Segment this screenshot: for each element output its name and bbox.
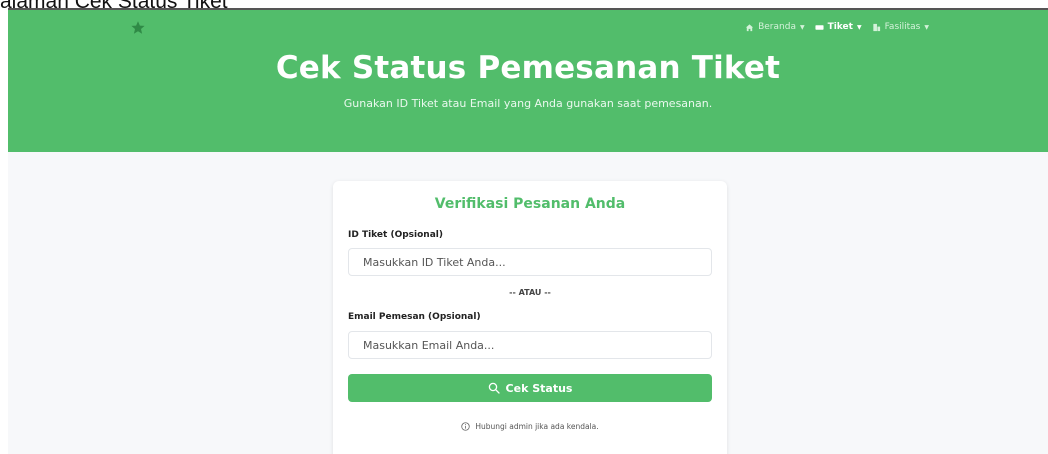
email-input[interactable] (348, 331, 712, 359)
or-separator: -- ATAU -- (509, 288, 551, 297)
ticket-id-label: ID Tiket (Opsional) (348, 230, 443, 240)
ticket-id-input[interactable] (348, 248, 712, 276)
nav-item-label: Fasilitas (884, 22, 921, 32)
hero-banner: Beranda ▼ Tiket ▼ Fasilitas ▼ Cek Status… (8, 10, 1048, 152)
home-icon (745, 23, 754, 31)
check-status-button[interactable]: Cek Status (348, 374, 712, 402)
info-circle-icon (461, 422, 471, 431)
chevron-down-icon: ▼ (856, 23, 862, 31)
nav-item-label: Tiket (827, 22, 853, 32)
building-icon (872, 23, 880, 31)
check-status-label: Cek Status (505, 381, 573, 395)
nav-item-tiket[interactable]: Tiket ▼ (815, 22, 862, 32)
help-text: Hubungi admin jika ada kendala. (475, 422, 599, 431)
nav-item-label: Beranda (758, 22, 796, 32)
card-title: Verifikasi Pesanan Anda (434, 196, 626, 212)
brand-logo-icon[interactable] (130, 20, 146, 36)
search-icon (488, 382, 500, 394)
nav-item-fasilitas[interactable]: Fasilitas ▼ (872, 22, 929, 32)
help-note: Hubungi admin jika ada kendala. (333, 422, 727, 431)
verification-card: Verifikasi Pesanan Anda ID Tiket (Opsion… (333, 181, 727, 454)
nav-item-beranda[interactable]: Beranda ▼ (745, 22, 805, 32)
chevron-down-icon: ▼ (799, 23, 805, 31)
email-label: Email Pemesan (Opsional) (348, 312, 481, 322)
ticket-icon (815, 24, 824, 30)
top-navigation: Beranda ▼ Tiket ▼ Fasilitas ▼ (745, 22, 929, 32)
page-subtitle: Gunakan ID Tiket atau Email yang Anda gu… (343, 97, 713, 110)
chevron-down-icon: ▼ (924, 23, 929, 31)
page-title: Cek Status Pemesanan Tiket (275, 50, 781, 86)
